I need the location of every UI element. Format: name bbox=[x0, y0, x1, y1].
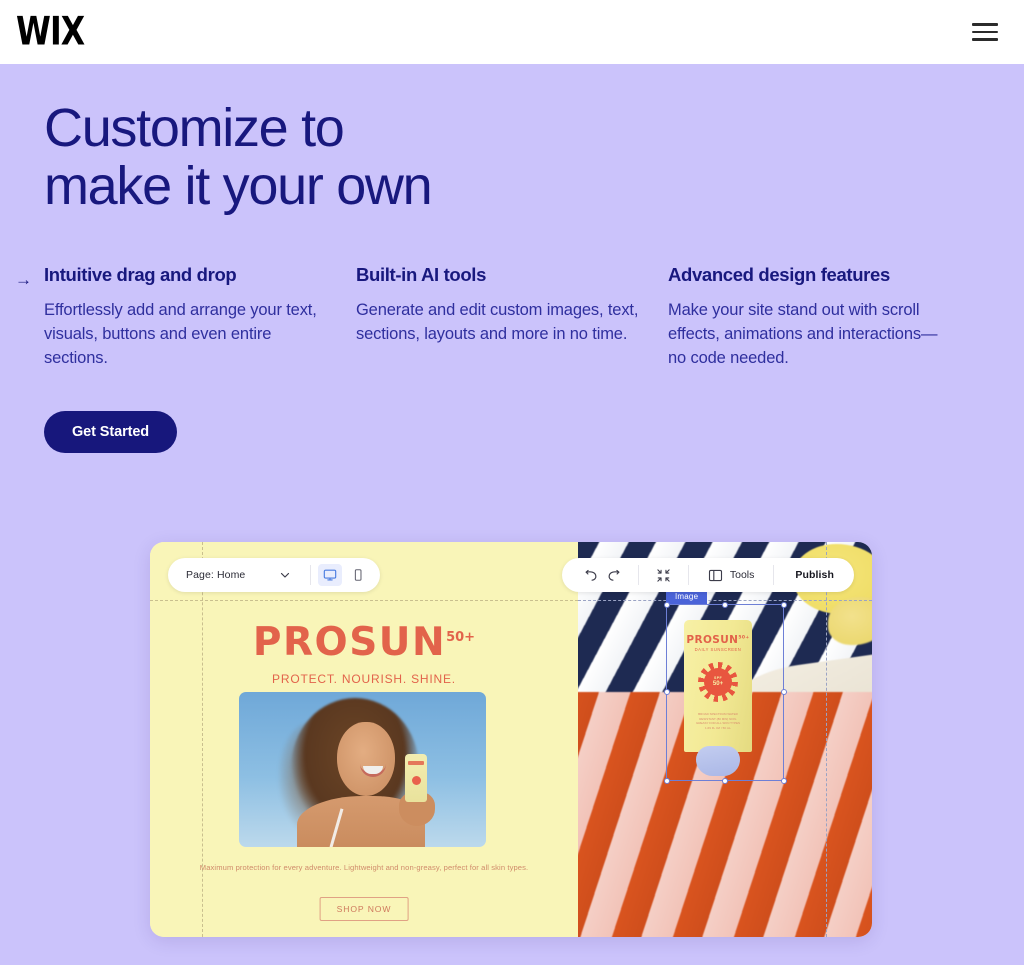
editor-toolbar-right: Tools Publish bbox=[561, 558, 854, 592]
resize-handle-bottom-center[interactable] bbox=[721, 777, 728, 784]
tools-label: Tools bbox=[729, 569, 755, 581]
editor-mockup: PROSUN50+ PROTECT. NOURISH. SHINE. Maxim… bbox=[150, 542, 872, 937]
feature-description: Make your site stand out with scroll eff… bbox=[668, 300, 938, 368]
chevron-down-icon bbox=[281, 572, 290, 578]
brand-superscript: 50+ bbox=[446, 630, 476, 645]
hamburger-menu-icon[interactable] bbox=[972, 23, 998, 41]
page-title-line-2: make it your own bbox=[44, 155, 433, 216]
tube-sun-dot bbox=[412, 776, 421, 785]
page-title-line-1: Customize to bbox=[44, 98, 345, 158]
desktop-view-icon[interactable] bbox=[318, 564, 343, 586]
resize-handle-top-left[interactable] bbox=[663, 601, 670, 608]
preview-brand-name: PROSUN50+ bbox=[253, 620, 475, 665]
fullscreen-control bbox=[648, 568, 679, 583]
editor-toolbar-left: Page: Home bbox=[168, 558, 381, 592]
history-controls bbox=[576, 568, 629, 583]
layout-guide-horizontal bbox=[150, 600, 578, 601]
page-title: Customize to make it your own bbox=[44, 98, 980, 216]
collapse-fullscreen-icon[interactable] bbox=[656, 568, 671, 583]
feature-item-drag-and-drop[interactable]: → Intuitive drag and drop Effortlessly a… bbox=[15, 263, 356, 371]
feature-description: Generate and edit custom images, text, s… bbox=[356, 300, 639, 343]
site-preview-left: PROSUN50+ PROTECT. NOURISH. SHINE. Maxim… bbox=[150, 542, 578, 937]
face bbox=[337, 722, 395, 796]
feature-list: → Intuitive drag and drop Effortlessly a… bbox=[15, 263, 980, 371]
feature-title: Built-in AI tools bbox=[356, 263, 487, 285]
toolbar-divider bbox=[773, 565, 775, 585]
held-product-tube bbox=[405, 754, 427, 802]
hero-section: Customize to make it your own → Intuitiv… bbox=[0, 64, 1024, 965]
wix-logo[interactable]: WIX bbox=[16, 12, 85, 51]
layout-guide-horizontal bbox=[578, 600, 872, 601]
get-started-button[interactable]: Get Started bbox=[44, 410, 178, 453]
resize-handle-middle-right[interactable] bbox=[780, 689, 787, 695]
page-selector-label: Page: Home bbox=[186, 569, 246, 581]
mobile-view-icon[interactable] bbox=[346, 564, 370, 586]
selection-type-badge: Image bbox=[666, 590, 708, 604]
feature-item-design-features[interactable]: Advanced design features Make your site … bbox=[668, 264, 980, 371]
toolbar-divider bbox=[637, 565, 639, 585]
toolbar-divider bbox=[687, 565, 689, 585]
shop-now-button[interactable]: SHOP NOW bbox=[319, 897, 409, 921]
feature-description: Effortlessly add and arrange your text, … bbox=[44, 300, 317, 368]
publish-button[interactable]: Publish bbox=[783, 569, 834, 581]
preview-tagline: PROTECT. NOURISH. SHINE. bbox=[272, 672, 456, 686]
preview-brand-block: PROSUN50+ PROTECT. NOURISH. SHINE. bbox=[150, 620, 578, 686]
image-selection-box[interactable]: Image bbox=[663, 590, 787, 784]
undo-icon[interactable] bbox=[584, 568, 599, 583]
tools-button[interactable]: Tools bbox=[698, 568, 765, 583]
viewport-switcher bbox=[318, 564, 376, 586]
resize-handle-middle-left[interactable] bbox=[663, 689, 670, 695]
page-selector-dropdown[interactable]: Page: Home bbox=[186, 569, 303, 581]
hamburger-line bbox=[972, 30, 998, 34]
redo-icon[interactable] bbox=[606, 568, 621, 583]
hamburger-line bbox=[972, 23, 998, 26]
preview-hero-photo[interactable] bbox=[239, 692, 486, 847]
resize-handle-top-center[interactable] bbox=[721, 601, 728, 608]
resize-handle-top-right[interactable] bbox=[780, 601, 787, 608]
tube-label-bar bbox=[408, 761, 424, 765]
preview-body-copy: Maximum protection for every adventure. … bbox=[199, 863, 529, 872]
site-preview-right: PROSUN50+ DAILY SUNSCREEN SPF 50+ BROAD … bbox=[578, 542, 872, 937]
feature-item-ai-tools[interactable]: Built-in AI tools Generate and edit cust… bbox=[356, 264, 668, 371]
layout-guide-vertical bbox=[826, 542, 827, 937]
brand-word-text: PROSUN bbox=[252, 620, 447, 665]
toolbar-divider bbox=[310, 565, 312, 585]
site-header: WIX bbox=[0, 0, 1024, 64]
resize-handle-bottom-left[interactable] bbox=[663, 777, 670, 784]
layout-guide-vertical bbox=[202, 542, 203, 937]
feature-title: Advanced design features bbox=[668, 263, 890, 285]
arrow-right-icon: → bbox=[15, 269, 32, 289]
hamburger-line bbox=[972, 38, 998, 41]
resize-handle-bottom-right[interactable] bbox=[780, 777, 787, 784]
person-illustration bbox=[239, 692, 486, 847]
panel-layout-icon bbox=[708, 569, 722, 581]
editor-canvas: PROSUN50+ PROTECT. NOURISH. SHINE. Maxim… bbox=[150, 542, 872, 937]
feature-title: Intuitive drag and drop bbox=[44, 263, 237, 285]
